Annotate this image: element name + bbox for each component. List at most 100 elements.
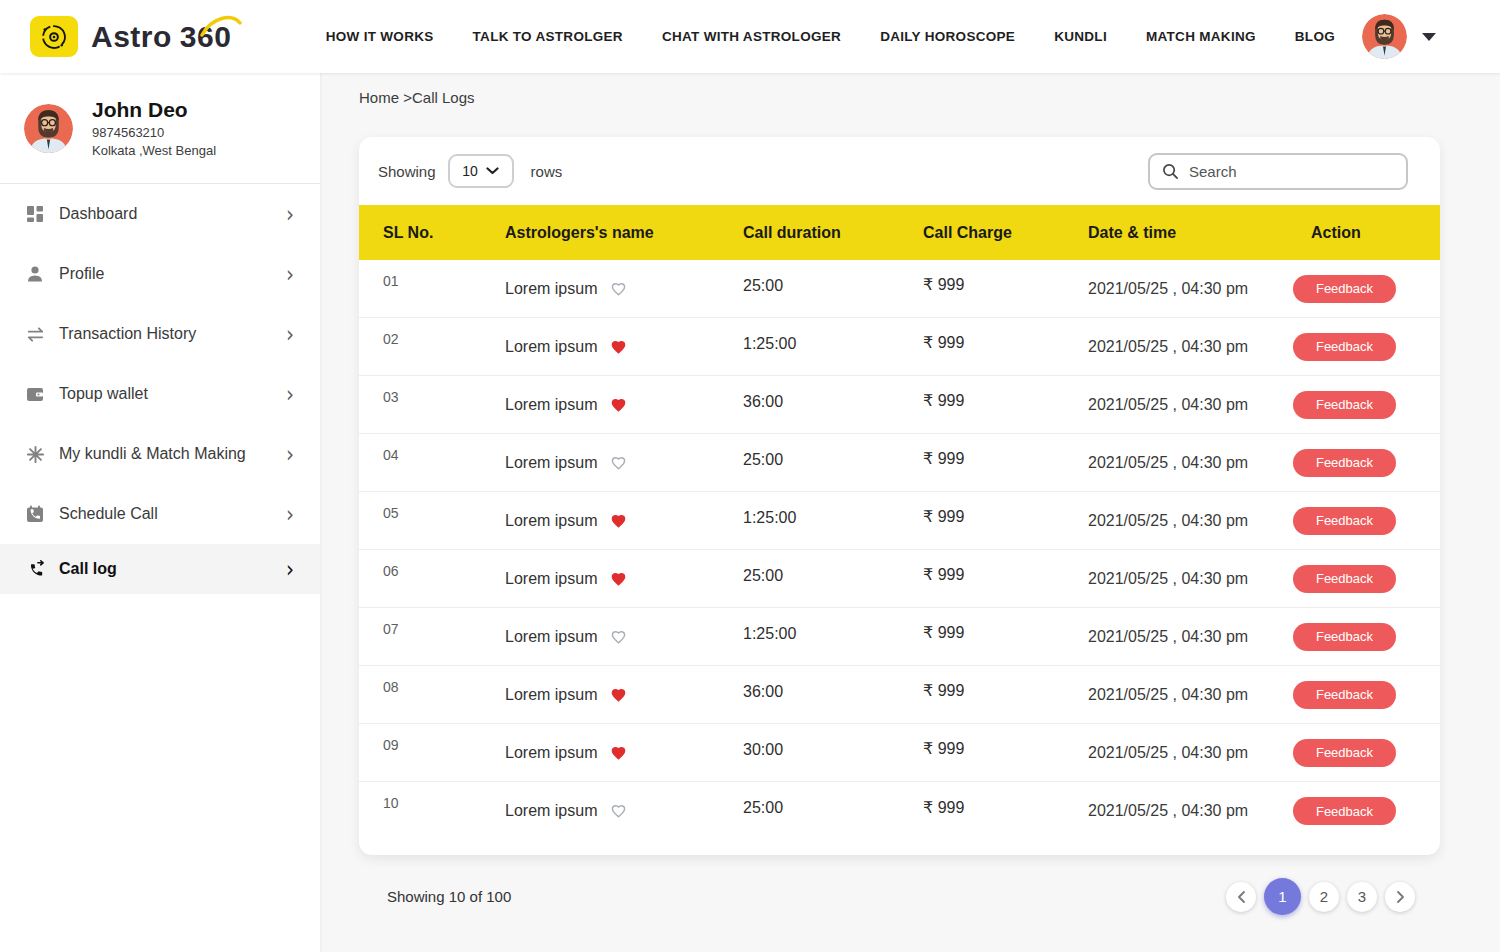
sidebar-item-topup-wallet[interactable]: Topup wallet › [0, 364, 320, 424]
feedback-button[interactable]: Feedback [1293, 797, 1396, 825]
cell-call-charge: ₹ 999 [923, 391, 1088, 410]
rows-per-page-select[interactable]: 10 [448, 154, 514, 188]
breadcrumb-current: Call Logs [412, 89, 475, 106]
cell-call-duration: 1:25:00 [743, 625, 923, 643]
main-content: Home >Call Logs Showing 10 rows [320, 73, 1500, 952]
chevron-down-icon[interactable] [1422, 33, 1436, 41]
table-body: 01 Lorem ipsum 25:00 ₹ 999 2021/05/25 , … [359, 260, 1440, 840]
pagination-next-button[interactable] [1385, 882, 1415, 912]
call-logs-card: Showing 10 rows SL No. Astrologers's nam… [359, 137, 1440, 855]
table-row: 08 Lorem ipsum 36:00 ₹ 999 2021/05/25 , … [359, 666, 1440, 724]
pagination-page-3[interactable]: 3 [1347, 882, 1377, 912]
feedback-button[interactable]: Feedback [1293, 681, 1396, 709]
table-controls: Showing 10 rows [359, 137, 1440, 205]
favorite-heart-icon[interactable] [610, 629, 627, 645]
user-phone: 9874563210 [92, 125, 216, 140]
chevron-right-icon: › [286, 440, 294, 468]
feedback-button[interactable]: Feedback [1293, 739, 1396, 767]
showing-label: Showing [378, 163, 436, 180]
cell-call-charge: ₹ 999 [923, 449, 1088, 468]
sidebar-item-call-log[interactable]: Call log › [0, 544, 320, 594]
logo[interactable]: Astro360 [30, 16, 231, 57]
cell-date-time: 2021/05/25 , 04:30 pm [1088, 686, 1311, 704]
search-input[interactable] [1189, 163, 1389, 180]
feedback-button[interactable]: Feedback [1293, 275, 1396, 303]
feedback-button[interactable]: Feedback [1293, 449, 1396, 477]
cell-date-time: 2021/05/25 , 04:30 pm [1088, 454, 1311, 472]
col-header-sl-no: SL No. [383, 224, 505, 242]
pagination-summary: Showing 10 of 100 [387, 888, 511, 905]
cell-call-charge: ₹ 999 [923, 507, 1088, 526]
feedback-button[interactable]: Feedback [1293, 507, 1396, 535]
chevron-right-icon: › [286, 260, 294, 288]
sidebar-item-profile[interactable]: Profile › [0, 244, 320, 304]
favorite-heart-icon[interactable] [610, 339, 627, 355]
feedback-button[interactable]: Feedback [1293, 565, 1396, 593]
feedback-button[interactable]: Feedback [1293, 333, 1396, 361]
favorite-heart-icon[interactable] [610, 455, 627, 471]
table-header: SL No. Astrologers's name Call duration … [359, 205, 1440, 260]
nav-item-talk-to-astrologer[interactable]: TALK TO ASTROLGER [473, 29, 623, 44]
nav-item-kundli[interactable]: KUNDLI [1054, 29, 1107, 44]
cell-date-time: 2021/05/25 , 04:30 pm [1088, 744, 1311, 762]
cell-date-time: 2021/05/25 , 04:30 pm [1088, 570, 1311, 588]
cell-call-charge: ₹ 999 [923, 739, 1088, 758]
cell-sl-no: 04 [383, 447, 505, 463]
chevron-right-icon: › [286, 555, 294, 583]
sidebar-item-schedule-call[interactable]: Schedule Call › [0, 484, 320, 544]
chevron-down-icon [486, 167, 499, 175]
nav-item-chat-with-astrologer[interactable]: CHAT WITH ASTROLOGER [662, 29, 841, 44]
cell-astrologer-name: Lorem ipsum [505, 338, 743, 356]
col-header-astrologer-name: Astrologers's name [505, 224, 743, 242]
sidebar-item-transaction-history[interactable]: Transaction History › [0, 304, 320, 364]
favorite-heart-icon[interactable] [610, 803, 627, 819]
favorite-heart-icon[interactable] [610, 281, 627, 297]
pagination-page-2[interactable]: 2 [1309, 882, 1339, 912]
cell-sl-no: 07 [383, 621, 505, 637]
user-location: Kolkata ,West Bengal [92, 143, 216, 158]
favorite-heart-icon[interactable] [610, 687, 627, 703]
logo-swoosh [200, 13, 244, 39]
favorite-heart-icon[interactable] [610, 513, 627, 529]
cell-call-duration: 25:00 [743, 277, 923, 295]
breadcrumb-separator: > [403, 89, 412, 106]
nav-item-match-making[interactable]: MATCH MAKING [1146, 29, 1256, 44]
cell-call-duration: 1:25:00 [743, 509, 923, 527]
nav-item-how-it-works[interactable]: HOW IT WORKS [326, 29, 434, 44]
table-row: 09 Lorem ipsum 30:00 ₹ 999 2021/05/25 , … [359, 724, 1440, 782]
sidebar-item-dashboard[interactable]: Dashboard › [0, 184, 320, 244]
chevron-right-icon: › [286, 200, 294, 228]
nav-links: HOW IT WORKS TALK TO ASTROLGER CHAT WITH… [326, 29, 1335, 44]
favorite-heart-icon[interactable] [610, 745, 627, 761]
cell-call-charge: ₹ 999 [923, 623, 1088, 642]
chevron-right-icon: › [286, 500, 294, 528]
pagination: 1 2 3 [1226, 878, 1415, 915]
cell-call-charge: ₹ 999 [923, 681, 1088, 700]
cell-sl-no: 08 [383, 679, 505, 695]
table-footer: Showing 10 of 100 1 2 3 [359, 878, 1440, 915]
sidebar-item-my-kundli-match-making[interactable]: My kundli & Match Making › [0, 424, 320, 484]
nav-item-daily-horoscope[interactable]: DAILY HOROSCOPE [880, 29, 1015, 44]
pagination-prev-button[interactable] [1226, 882, 1256, 912]
favorite-heart-icon[interactable] [610, 397, 627, 413]
nav-item-blog[interactable]: BLOG [1295, 29, 1335, 44]
feedback-button[interactable]: Feedback [1293, 623, 1396, 651]
table-row: 05 Lorem ipsum 1:25:00 ₹ 999 2021/05/25 … [359, 492, 1440, 550]
cell-date-time: 2021/05/25 , 04:30 pm [1088, 338, 1311, 356]
search-icon [1162, 163, 1179, 180]
breadcrumb-home[interactable]: Home [359, 89, 399, 106]
col-header-call-duration: Call duration [743, 224, 923, 242]
rows-label: rows [531, 163, 563, 180]
pagination-page-1[interactable]: 1 [1264, 878, 1301, 915]
user-avatar[interactable] [1362, 14, 1407, 59]
table-row: 07 Lorem ipsum 1:25:00 ₹ 999 2021/05/25 … [359, 608, 1440, 666]
cell-call-duration: 25:00 [743, 567, 923, 585]
feedback-button[interactable]: Feedback [1293, 391, 1396, 419]
cell-date-time: 2021/05/25 , 04:30 pm [1088, 396, 1311, 414]
favorite-heart-icon[interactable] [610, 571, 627, 587]
cell-date-time: 2021/05/25 , 04:30 pm [1088, 628, 1311, 646]
logo-text: Astro360 [91, 20, 231, 54]
cell-sl-no: 02 [383, 331, 505, 347]
cell-astrologer-name: Lorem ipsum [505, 686, 743, 704]
cell-astrologer-name: Lorem ipsum [505, 396, 743, 414]
